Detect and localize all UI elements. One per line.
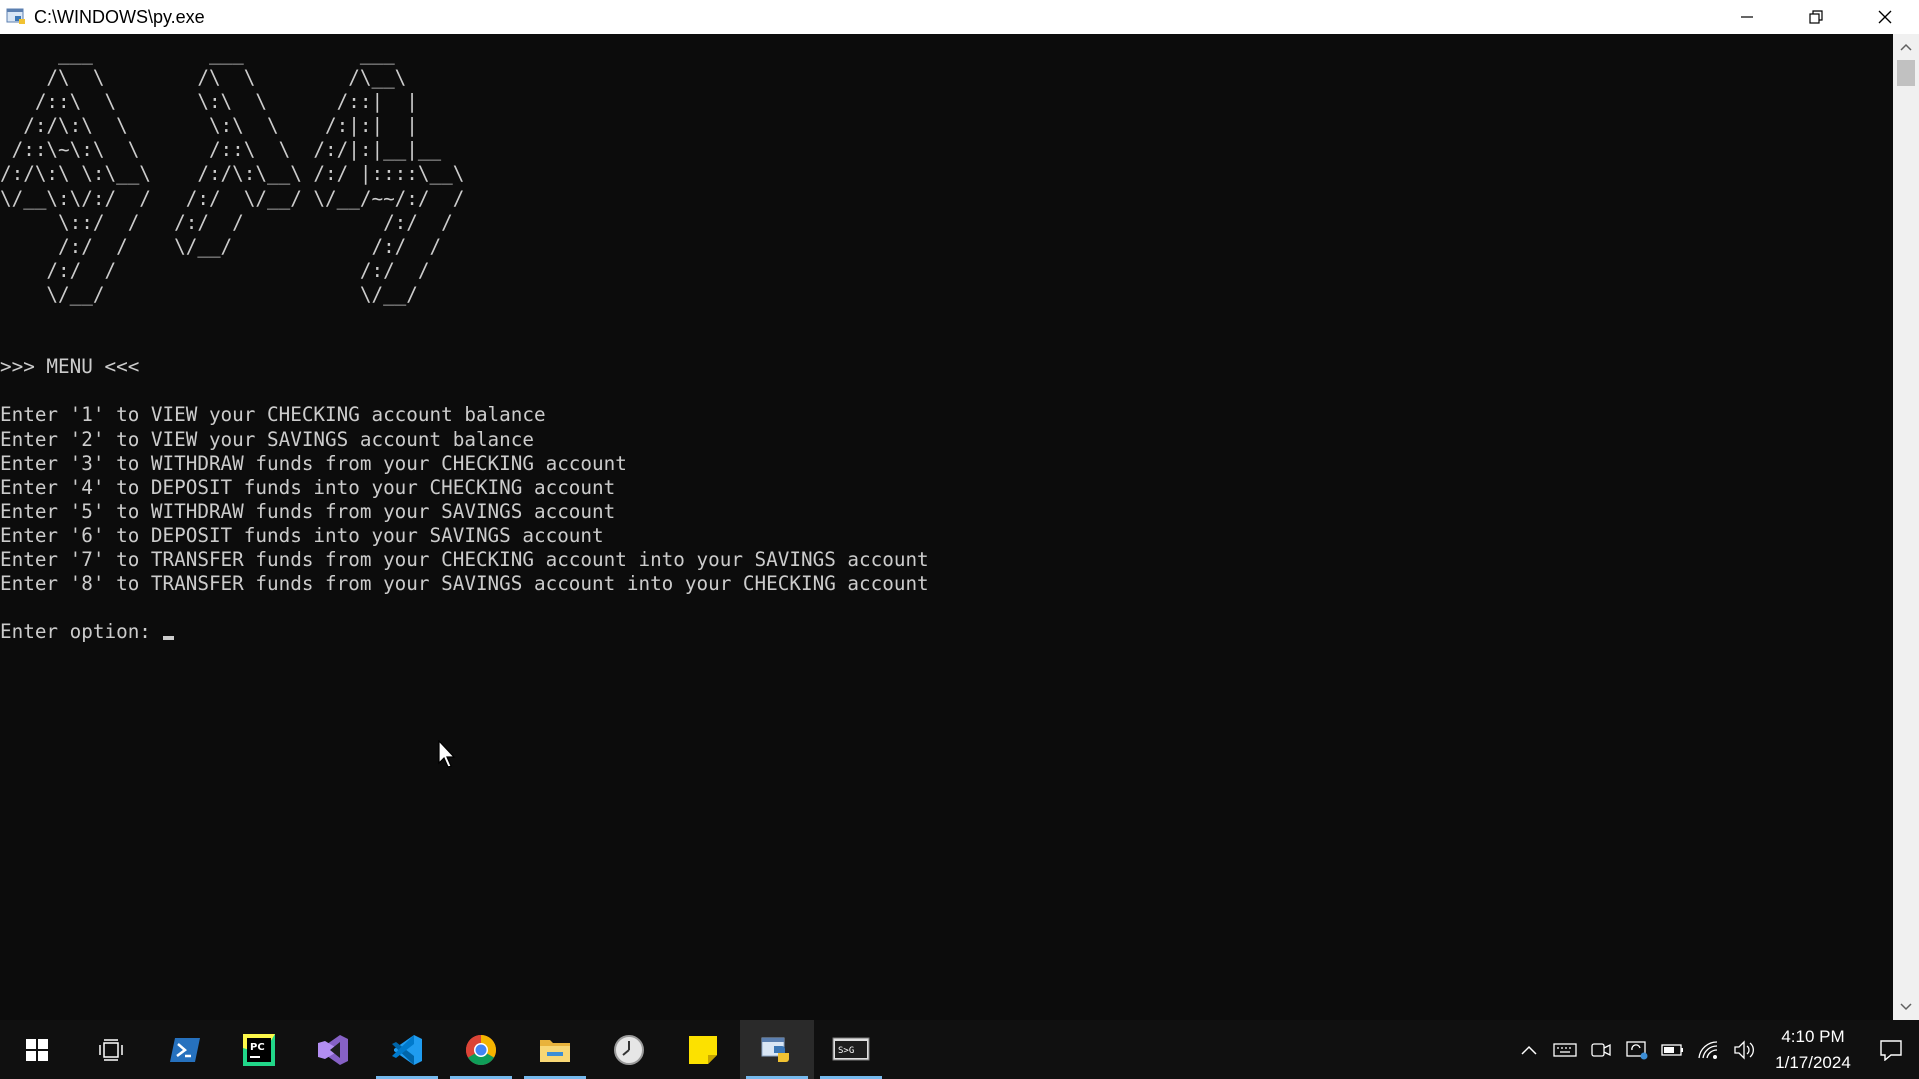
- banner-line: ___ ___ ___: [58, 42, 395, 65]
- volume-tray-icon[interactable]: [1727, 1020, 1763, 1079]
- visual-studio-icon: [318, 1034, 348, 1065]
- menu-header: >>> MENU <<<: [0, 355, 140, 379]
- window-title: C:\WINDOWS\py.exe: [34, 6, 205, 27]
- menu-option: Enter '2' to VIEW your SAVINGS account b…: [0, 427, 534, 451]
- meet-now-tray-icon[interactable]: [1583, 1020, 1619, 1079]
- banner-line: /\ \ /\ \ /\__\: [46, 66, 407, 90]
- taskbar-clock-app[interactable]: [592, 1020, 666, 1079]
- show-hidden-icons-button[interactable]: [1511, 1020, 1547, 1079]
- banner-line: \::/ / /:/ / /:/ /: [58, 210, 453, 234]
- scroll-up-button[interactable]: [1893, 34, 1919, 60]
- taskbar-vscode[interactable]: [370, 1020, 444, 1079]
- svg-text:S>G: S>G: [838, 1046, 854, 1056]
- taskbar-python[interactable]: [740, 1020, 814, 1079]
- taskbar-visual-studio[interactable]: [296, 1020, 370, 1079]
- speaker-icon: [1734, 1039, 1754, 1060]
- taskbar-pycharm[interactable]: PC: [222, 1020, 296, 1079]
- pycharm-icon: PC: [243, 1033, 275, 1066]
- camera-icon: [1591, 1042, 1611, 1057]
- close-button[interactable]: [1850, 0, 1919, 34]
- banner-line: /:/ / /:/ /: [46, 258, 430, 282]
- menu-option: Enter '8' to TRANSFER funds from your SA…: [0, 572, 929, 596]
- battery-icon: [1661, 1043, 1683, 1056]
- battery-tray-icon[interactable]: [1655, 1020, 1691, 1079]
- console-output[interactable]: ___ ___ ___ /\ \ /\ \ /\__\ /::\ \ \:\ \…: [0, 34, 1893, 1020]
- close-icon: [1878, 10, 1891, 24]
- taskbar: PC S>G 4:10 PM 1/17/2024: [0, 1020, 1919, 1079]
- python-icon: [761, 1037, 789, 1062]
- taskbar-powershell[interactable]: [148, 1020, 222, 1079]
- chrome-icon: [465, 1034, 497, 1065]
- restore-icon: [1808, 10, 1823, 24]
- taskbar-clock[interactable]: 4:10 PM 1/17/2024: [1763, 1020, 1863, 1079]
- chevron-down-icon: [1900, 1003, 1912, 1011]
- keyboard-tray-icon[interactable]: [1547, 1020, 1583, 1079]
- banner-line: /:/\:\ \ \:\ \ /:|:| |: [23, 114, 418, 138]
- menu-options: Enter '1' to VIEW your CHECKING account …: [0, 403, 929, 595]
- ascii-banner: ___ ___ ___ /\ \ /\ \ /\__\ /::\ \ \:\ \…: [0, 42, 464, 306]
- sticky-notes-icon: [689, 1035, 717, 1064]
- keyboard-icon: [1553, 1042, 1577, 1057]
- menu-option: Enter '4' to DEPOSIT funds into your CHE…: [0, 475, 616, 499]
- notification-icon: [1880, 1039, 1902, 1061]
- mouse-pointer-icon: [438, 740, 456, 768]
- sync-tray-icon[interactable]: [1619, 1020, 1655, 1079]
- banner-line: /:/\:\ \:\__\ /:/\:\__\ /:/ |::::\__\: [0, 162, 465, 186]
- system-tray: 4:10 PM 1/17/2024: [1511, 1020, 1919, 1079]
- taskbar-sticky-notes[interactable]: [666, 1020, 740, 1079]
- powershell-icon: [170, 1037, 200, 1062]
- windows-logo-icon: [26, 1038, 48, 1061]
- minimize-button[interactable]: [1712, 0, 1781, 34]
- start-button[interactable]: [0, 1020, 74, 1079]
- clock-date: 1/17/2024: [1775, 1052, 1851, 1072]
- action-center-button[interactable]: [1863, 1020, 1919, 1079]
- banner-line: \/__\:\/:/ / /:/ \/__/ \/__/~~/:/ /: [0, 186, 465, 210]
- scroll-down-button[interactable]: [1893, 994, 1919, 1020]
- text-cursor[interactable]: [162, 636, 174, 641]
- wifi-icon: [1698, 1040, 1718, 1059]
- folder-icon: [540, 1039, 570, 1062]
- menu-option: Enter '3' to WITHDRAW funds from your CH…: [0, 451, 627, 475]
- banner-line: /:/ / \/__/ /:/ /: [58, 234, 442, 258]
- vscode-icon: [392, 1034, 422, 1065]
- menu-option: Enter '7' to TRANSFER funds from your CH…: [0, 547, 929, 571]
- title-bar[interactable]: C:\WINDOWS\py.exe: [0, 0, 1919, 34]
- scrollbar-thumb[interactable]: [1897, 60, 1915, 86]
- taskbar-terminal[interactable]: S>G: [814, 1020, 888, 1079]
- python-app-icon[interactable]: [0, 0, 34, 34]
- menu-option: Enter '1' to VIEW your CHECKING account …: [0, 403, 546, 427]
- chevron-up-icon: [1900, 43, 1912, 51]
- banner-line: \/__/ \/__/: [46, 282, 418, 306]
- svg-text:PC: PC: [250, 1042, 265, 1053]
- taskbar-chrome[interactable]: [444, 1020, 518, 1079]
- menu-option: Enter '5' to WITHDRAW funds from your SA…: [0, 499, 616, 523]
- banner-line: /::\ \ \:\ \ /::| |: [34, 90, 418, 114]
- vertical-scrollbar[interactable]: [1893, 34, 1919, 1020]
- banner-line: /::\~\:\ \ /::\ \ /:/|:|__|__: [11, 138, 442, 162]
- terminal-icon: S>G: [832, 1037, 870, 1060]
- network-tray-icon[interactable]: [1691, 1020, 1727, 1079]
- restore-button[interactable]: [1781, 0, 1850, 34]
- chevron-up-icon: [1521, 1045, 1537, 1055]
- task-view-icon: [99, 1038, 123, 1061]
- clock-icon: [614, 1034, 644, 1065]
- task-view-button[interactable]: [74, 1020, 148, 1079]
- clock-time: 4:10 PM: [1781, 1026, 1845, 1046]
- window-controls: [1712, 0, 1919, 34]
- minimize-icon: [1740, 16, 1753, 18]
- sync-status-icon: [1626, 1040, 1648, 1059]
- taskbar-file-explorer[interactable]: [518, 1020, 592, 1079]
- menu-option: Enter '6' to DEPOSIT funds into your SAV…: [0, 523, 604, 547]
- input-prompt: Enter option:: [0, 620, 163, 644]
